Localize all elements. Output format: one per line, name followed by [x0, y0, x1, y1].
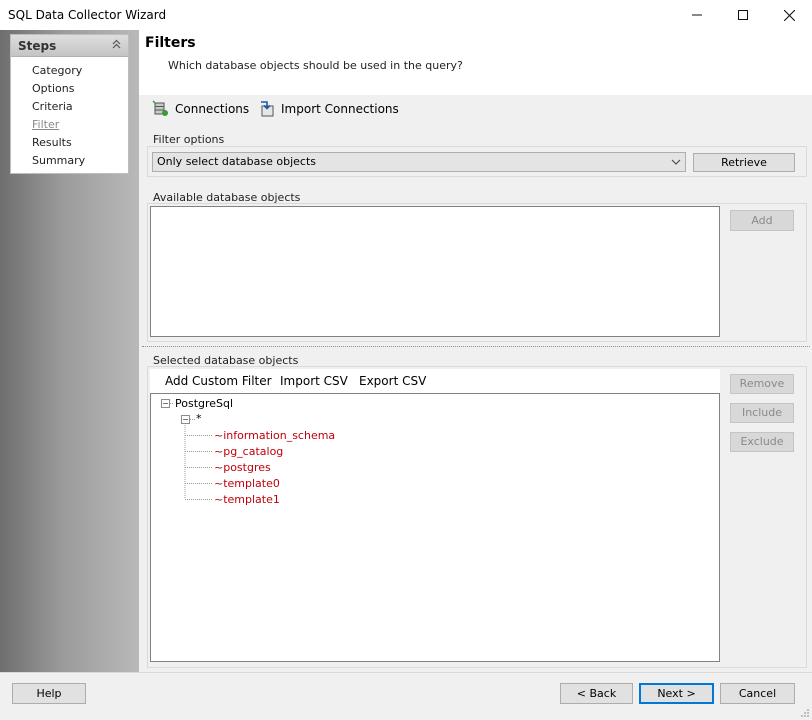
minimize-button[interactable] — [674, 0, 720, 30]
database-connection-icon — [152, 100, 168, 116]
close-icon — [783, 9, 795, 21]
step-filter[interactable]: Filter — [11, 116, 128, 134]
add-custom-filter-button[interactable]: Add Custom Filter — [165, 374, 272, 388]
tree-node-wildcard[interactable]: * — [196, 412, 202, 425]
exclude-button[interactable]: Exclude — [730, 432, 794, 452]
add-button[interactable]: Add — [730, 210, 794, 231]
minimize-icon — [692, 14, 702, 16]
connections-label: Connections — [175, 102, 250, 116]
remove-button[interactable]: Remove — [730, 374, 794, 394]
wizard-footer: Help < Back Next > Cancel — [0, 672, 812, 720]
import-icon — [261, 101, 274, 117]
collapse-node-icon[interactable]: − — [181, 415, 190, 424]
steps-list: Category Options Criteria Filter Results… — [11, 57, 128, 170]
steps-box: Steps Category Options Criteria Filter R… — [10, 34, 129, 174]
retrieve-button[interactable]: Retrieve — [693, 153, 795, 172]
page-subtitle: Which database objects should be used in… — [168, 59, 463, 72]
close-button[interactable] — [766, 0, 812, 30]
filter-options-label: Filter options — [153, 133, 225, 146]
step-category[interactable]: Category — [11, 62, 128, 80]
tree-leaf[interactable]: ~template1 — [214, 493, 280, 506]
window-title: SQL Data Collector Wizard — [8, 8, 167, 22]
tree-leaf[interactable]: ~information_schema — [214, 429, 335, 442]
step-summary[interactable]: Summary — [11, 152, 128, 170]
tree-leaf[interactable]: ~pg_catalog — [214, 445, 283, 458]
import-connections-button[interactable]: Import Connections — [258, 100, 399, 118]
tree-node-root[interactable]: PostgreSql — [175, 397, 233, 410]
title-bar: SQL Data Collector Wizard — [0, 0, 812, 30]
chevron-down-icon — [671, 153, 681, 178]
steps-header[interactable]: Steps — [11, 35, 128, 57]
import-csv-button[interactable]: Import CSV — [280, 374, 348, 388]
main-content: Connections Import Connections Filter op… — [139, 95, 812, 672]
page-title: Filters — [145, 35, 196, 51]
step-results[interactable]: Results — [11, 134, 128, 152]
page-header: Filters Which database objects should be… — [139, 30, 812, 95]
collapse-chevron-icon[interactable] — [112, 39, 121, 52]
selected-objects-toolbar: Add Custom Filter Import CSV Export CSV — [150, 369, 720, 393]
selected-objects-tree[interactable]: − PostgreSql − * ~information_schema ~pg… — [150, 393, 720, 662]
cancel-button[interactable]: Cancel — [720, 683, 795, 704]
export-csv-button[interactable]: Export CSV — [359, 374, 426, 388]
tree-leaf[interactable]: ~template0 — [214, 477, 280, 490]
tree-leaf[interactable]: ~postgres — [214, 461, 271, 474]
filter-options-select[interactable]: Only select database objects — [152, 152, 686, 172]
resize-grip-icon[interactable] — [800, 708, 810, 718]
filter-options-value: Only select database objects — [157, 155, 316, 168]
splitter[interactable] — [142, 346, 810, 347]
available-objects-list[interactable] — [150, 206, 720, 337]
help-button[interactable]: Help — [12, 683, 86, 704]
import-connections-label: Import Connections — [281, 102, 399, 116]
next-button[interactable]: Next > — [639, 683, 714, 704]
steps-sidebar: Steps Category Options Criteria Filter R… — [0, 30, 139, 672]
collapse-node-icon[interactable]: − — [161, 399, 170, 408]
step-options[interactable]: Options — [11, 80, 128, 98]
step-criteria[interactable]: Criteria — [11, 98, 128, 116]
include-button[interactable]: Include — [730, 403, 794, 423]
connections-button[interactable]: Connections — [152, 100, 249, 118]
maximize-button[interactable] — [720, 0, 766, 30]
back-button[interactable]: < Back — [560, 683, 633, 704]
steps-header-label: Steps — [18, 39, 57, 53]
maximize-icon — [738, 10, 748, 20]
